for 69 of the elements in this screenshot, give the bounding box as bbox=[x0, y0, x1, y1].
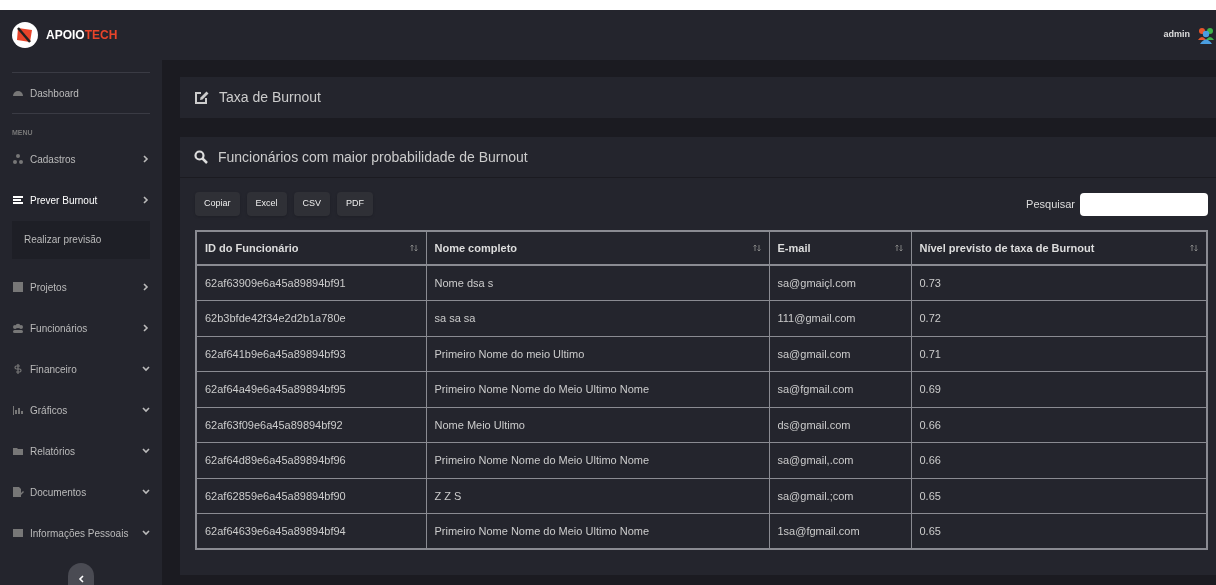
export-button[interactable]: Copiar bbox=[195, 192, 240, 216]
table-cell: sa@gmail.;com bbox=[769, 478, 911, 514]
table-cell: Nome dsa s bbox=[426, 265, 769, 301]
sidebar-item[interactable]: Informações Pessoais bbox=[0, 512, 162, 554]
sidebar-item[interactable]: Cadastros bbox=[0, 138, 162, 180]
users-icon bbox=[12, 322, 24, 334]
table-cell: 62af62859e6a45a89894bf90 bbox=[196, 478, 426, 514]
dashboard-link[interactable]: Dashboard bbox=[12, 85, 79, 101]
column-header[interactable]: E-mail bbox=[777, 239, 811, 257]
chevron-right-icon bbox=[142, 283, 150, 291]
card-title: Funcionários com maior probabilidade de Burnout bbox=[218, 147, 528, 167]
chevron-down-icon bbox=[142, 529, 150, 537]
sidebar-item[interactable]: Gráficos bbox=[0, 389, 162, 431]
search-icon bbox=[194, 150, 208, 164]
table-cell: sa@fgmail.com bbox=[769, 371, 911, 407]
sidebar-item[interactable]: Documentos bbox=[0, 471, 162, 513]
table-cell: 62af63909e6a45a89894bf91 bbox=[196, 265, 426, 301]
table-cell: sa@gmail.com bbox=[769, 336, 911, 372]
table-cell: ds@gmail.com bbox=[769, 407, 911, 443]
table-cell: 62af64d89e6a45a89894bf96 bbox=[196, 442, 426, 478]
table-cell: Primeiro Nome Nome do Meio Ultimo Nome bbox=[426, 371, 769, 407]
export-button[interactable]: PDF bbox=[337, 192, 374, 216]
table-cell: 111@gmail.com bbox=[769, 300, 911, 336]
table-cell: Primeiro Nome Nome do Meio Ultimo Nome bbox=[426, 442, 769, 478]
search-label: Pesquisar bbox=[1026, 196, 1075, 212]
sidebar-item[interactable]: Funcionários bbox=[0, 307, 162, 349]
user-name[interactable]: admin bbox=[1163, 28, 1190, 42]
chevron-down-icon bbox=[142, 406, 150, 414]
users-icon[interactable] bbox=[1198, 26, 1214, 44]
table-cell: Z Z S bbox=[426, 478, 769, 514]
export-button[interactable]: Excel bbox=[246, 192, 287, 216]
search-field[interactable] bbox=[1080, 192, 1208, 216]
chart-icon bbox=[12, 404, 24, 416]
sort-icon[interactable] bbox=[752, 244, 761, 252]
sort-icon[interactable] bbox=[409, 244, 418, 252]
logo-icon bbox=[12, 22, 38, 48]
brand-name: APOIOTECH bbox=[46, 27, 118, 44]
sidebar-item[interactable]: Financeiro bbox=[0, 348, 162, 390]
table-cell: 62af63f09e6a45a89894bf92 bbox=[196, 407, 426, 443]
sidebar-item[interactable]: Prever Burnout bbox=[0, 179, 162, 221]
sort-icon[interactable] bbox=[1190, 244, 1198, 252]
sitemap-icon bbox=[12, 153, 24, 165]
chevron-left-icon bbox=[78, 575, 84, 583]
table-cell: Primeiro Nome do meio Ultimo bbox=[426, 336, 769, 372]
document-icon bbox=[12, 486, 24, 498]
edit-icon bbox=[194, 90, 209, 105]
table-cell: sa sa sa bbox=[426, 300, 769, 336]
chevron-down-icon bbox=[142, 447, 150, 455]
collapse-button[interactable] bbox=[68, 563, 94, 585]
chevron-down-icon bbox=[142, 365, 150, 373]
sidebar-item[interactable]: Projetos bbox=[0, 266, 162, 308]
column-header[interactable]: Nome completo bbox=[434, 239, 517, 257]
page-title: Taxa de Burnout bbox=[219, 88, 321, 107]
folder-icon bbox=[12, 445, 24, 457]
chevron-right-icon bbox=[142, 196, 150, 204]
table-cell: sa@gmaiçl.com bbox=[769, 265, 911, 301]
chevron-down-icon bbox=[142, 488, 150, 496]
chevron-right-icon bbox=[142, 324, 150, 332]
table-cell: 62af641b9e6a45a89894bf93 bbox=[196, 336, 426, 372]
dollar-icon bbox=[12, 363, 24, 375]
export-button[interactable]: CSV bbox=[293, 192, 331, 216]
menu-icon bbox=[12, 194, 24, 206]
sort-icon[interactable] bbox=[894, 244, 903, 252]
chevron-right-icon bbox=[142, 155, 150, 163]
table-cell: 62af64a49e6a45a89894bf95 bbox=[196, 371, 426, 407]
table-cell: sa@gmail,.com bbox=[769, 442, 911, 478]
table-cell: Nome Meio Ultimo bbox=[426, 407, 769, 443]
table-cell: 62b3bfde42f34e2d2b1a780e bbox=[196, 300, 426, 336]
sidebar-item[interactable]: Relatórios bbox=[0, 430, 162, 472]
